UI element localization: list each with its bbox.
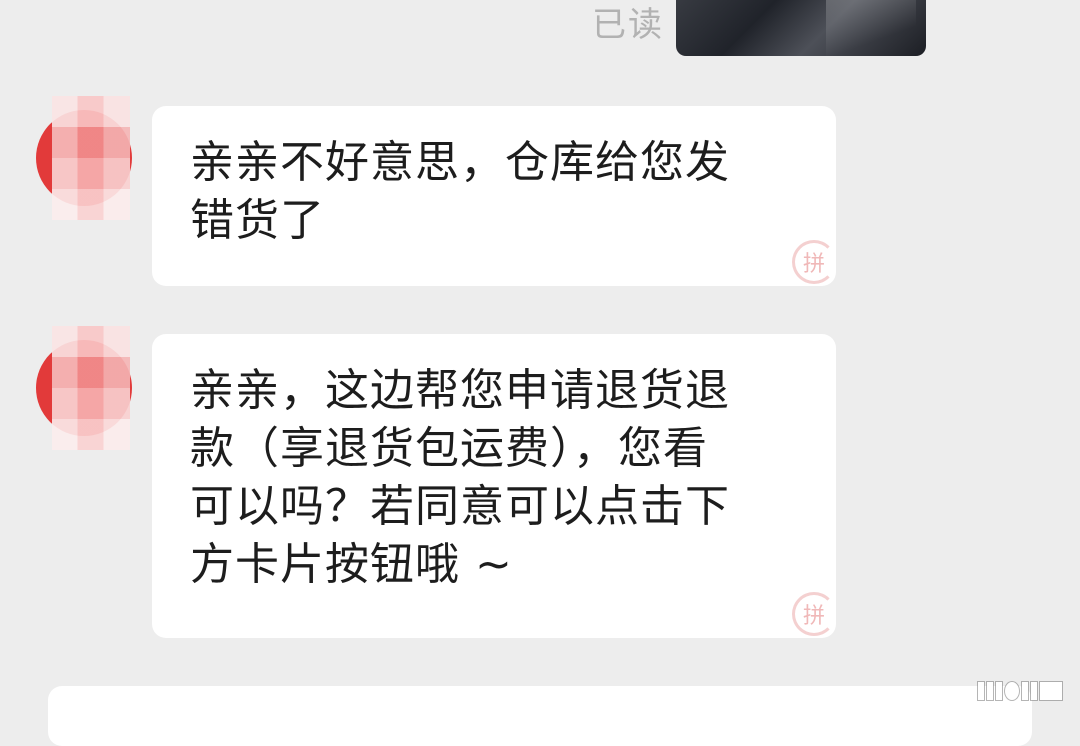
watermark-bar [1031,682,1037,700]
refund-card-preview[interactable] [48,686,1032,746]
pin-stamp-icon: 拼 [792,592,836,636]
avatar-pixelation [52,326,130,450]
watermark-bar [1040,682,1062,700]
watermark-bar [996,682,1002,700]
merchant-avatar[interactable] [36,96,132,220]
message-text: 亲亲，这边帮您申请退货退 款（享退货包运费），您看 可以吗？若同意可以点击下 方… [190,365,730,590]
watermark-logo-icon [978,670,1062,700]
watermark-bar [987,682,993,700]
watermark-bar [1022,682,1028,700]
avatar-pixelation [52,96,130,220]
message-bubble[interactable]: 亲亲不好意思，仓库给您发 错货了 拼 [152,106,836,286]
watermark-bar [1005,682,1019,700]
read-status-label: 已读 [592,5,664,45]
message-text: 亲亲不好意思，仓库给您发 错货了 [190,137,730,246]
watermark-bar [978,682,984,700]
sent-image-thumbnail[interactable] [676,0,926,56]
pin-stamp-icon: 拼 [792,240,836,284]
message-bubble[interactable]: 亲亲，这边帮您申请退货退 款（享退货包运费），您看 可以吗？若同意可以点击下 方… [152,334,836,638]
merchant-avatar[interactable] [36,326,132,450]
